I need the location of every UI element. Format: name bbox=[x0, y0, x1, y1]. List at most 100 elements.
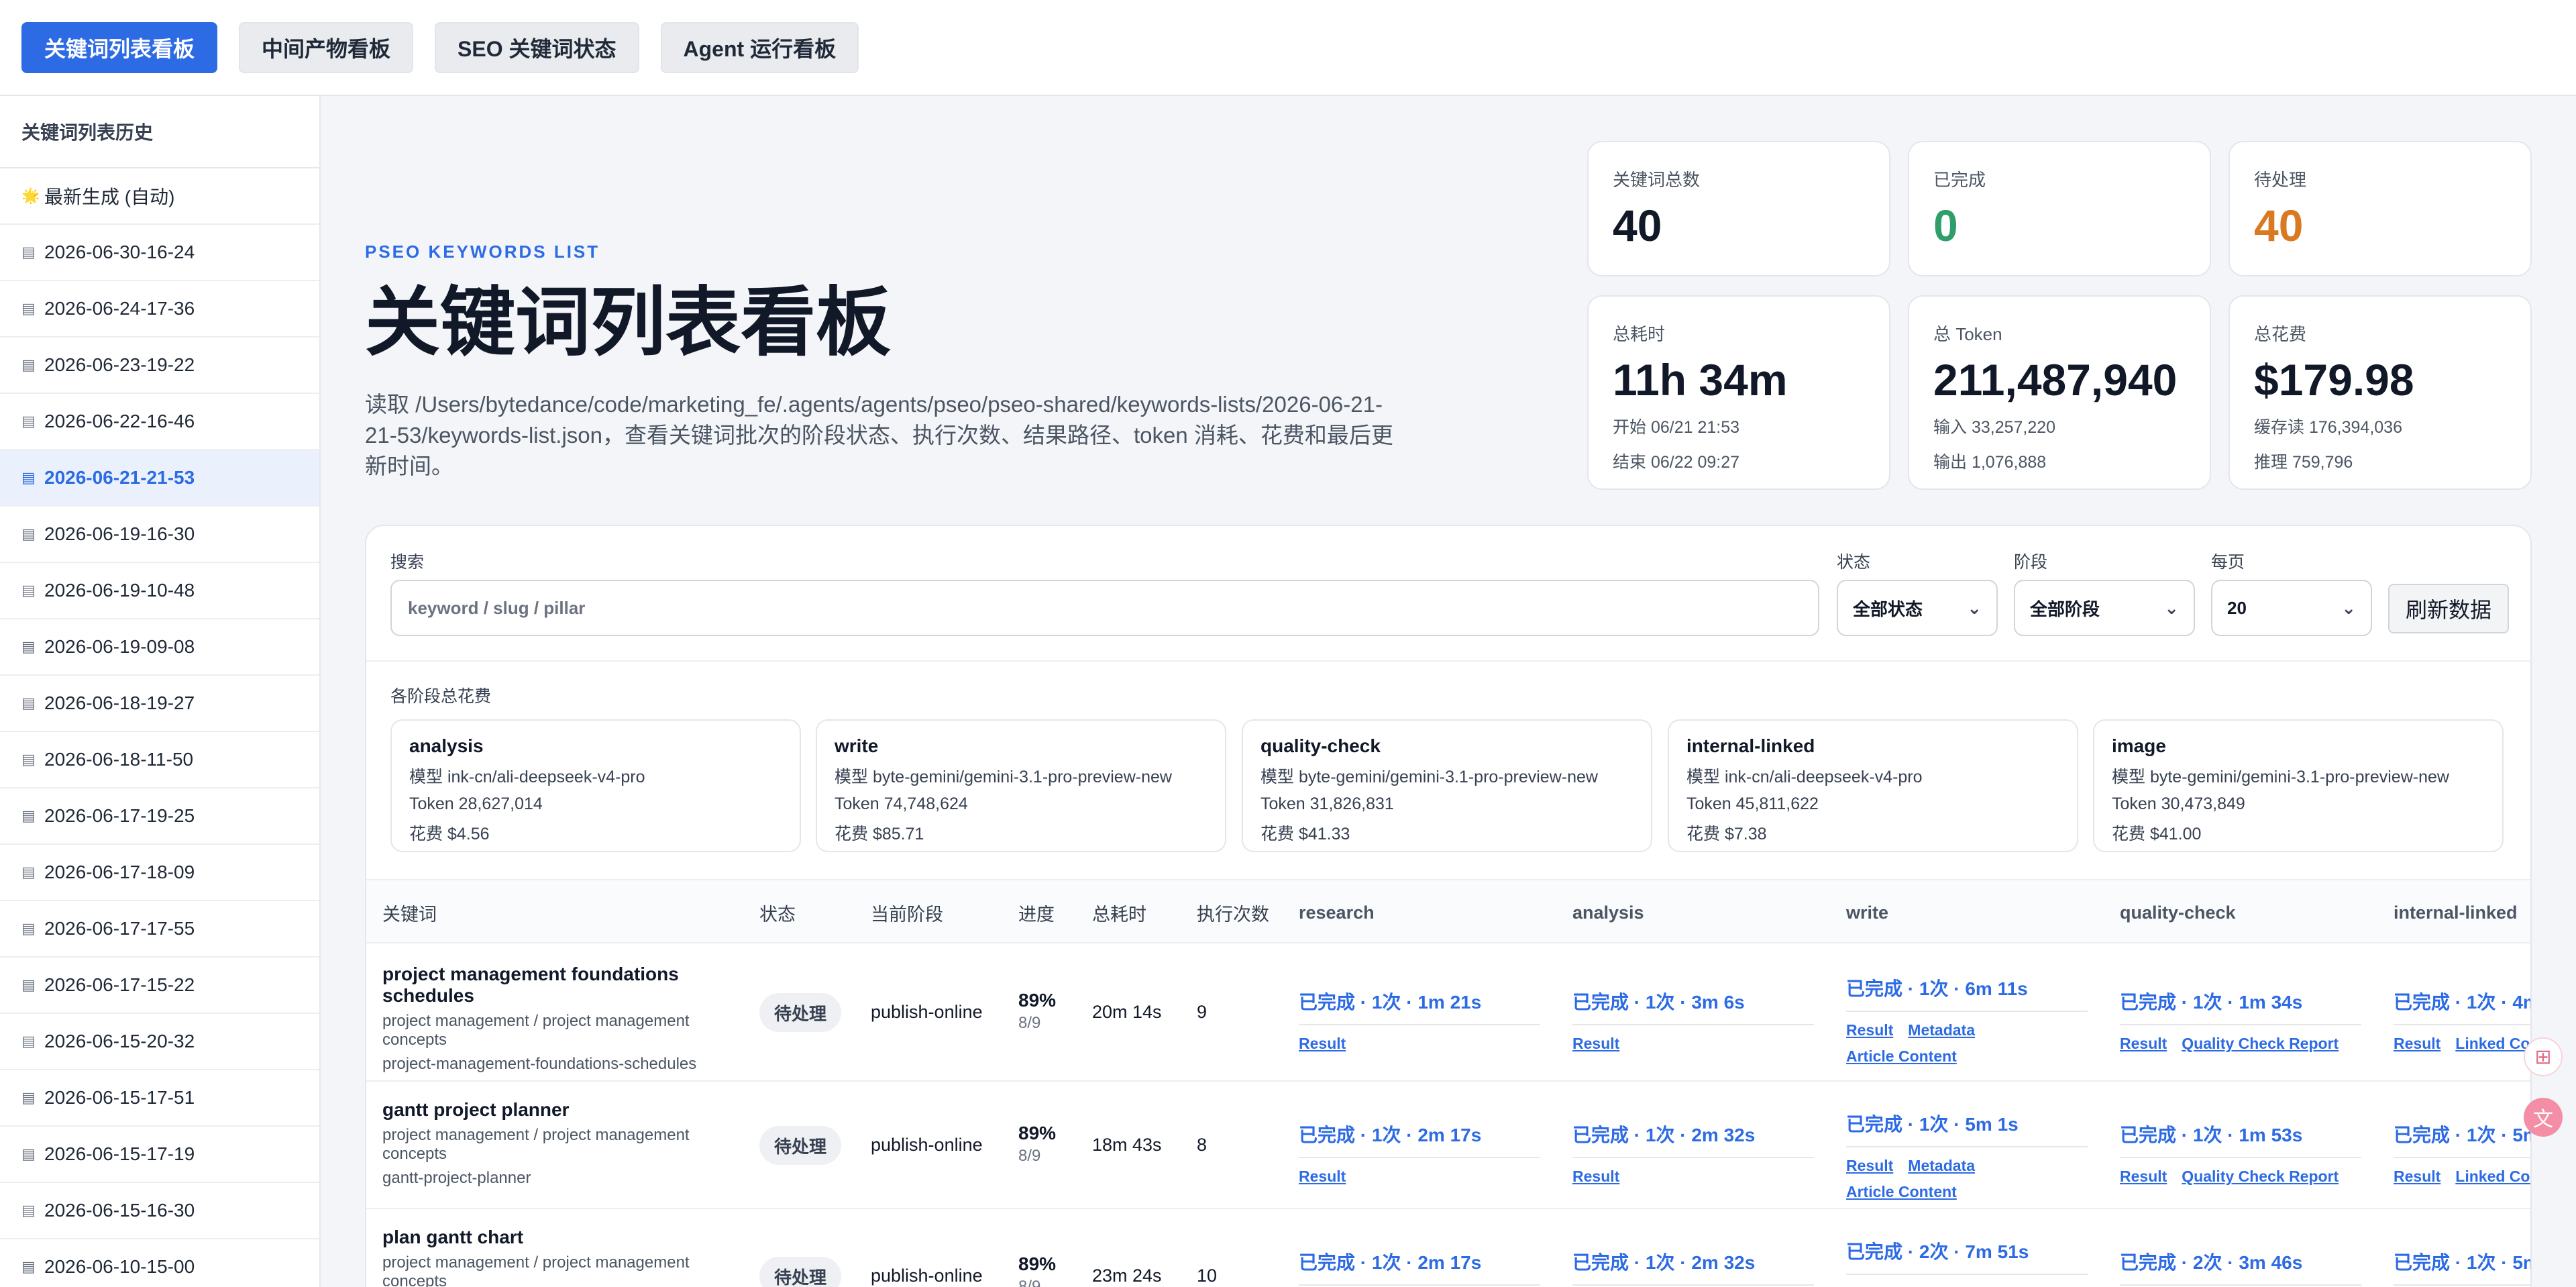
stat-label: 关键词总数 bbox=[1613, 170, 1701, 190]
sidebar-item[interactable]: ▤ 2026-06-23-19-22 bbox=[0, 338, 319, 394]
stage-divider bbox=[2394, 1024, 2530, 1025]
col-status[interactable]: 状态 bbox=[759, 880, 796, 945]
col-runs[interactable]: 执行次数 bbox=[1197, 880, 1269, 945]
result-link[interactable]: Result bbox=[2120, 1168, 2167, 1186]
sidebar-item[interactable]: ▤ 2026-06-18-11-50 bbox=[0, 732, 319, 788]
total-duration: 18m 43s bbox=[1092, 1135, 1162, 1155]
linked-content-link[interactable]: Linked Con bbox=[2455, 1168, 2530, 1186]
stat-done: 已完成 0 bbox=[1908, 141, 2211, 276]
file-icon: ▤ bbox=[21, 920, 36, 937]
result-link[interactable]: Result bbox=[1299, 1168, 1346, 1186]
stage-filter-label: 阶段 bbox=[2014, 553, 2048, 572]
stage-model: 模型 byte-gemini/gemini-3.1-pro-preview-ne… bbox=[835, 768, 1172, 786]
stage-cell-research: 已完成 · 1次 · 1m 21s Result bbox=[1299, 988, 1540, 1053]
chevron-down-icon: ⌄ bbox=[2341, 597, 2356, 618]
stage-status: 已完成 · 1次 · 1m 34s bbox=[2120, 992, 2303, 1013]
stage-token: Token 45,811,622 bbox=[1686, 794, 1819, 813]
result-link[interactable]: Result bbox=[1299, 1035, 1346, 1053]
keyword-name[interactable]: project management foundations schedules bbox=[382, 964, 731, 1007]
sidebar-item[interactable]: ▤ 2026-06-19-10-48 bbox=[0, 563, 319, 619]
sidebar-item[interactable]: ▤ 2026-06-10-15-00 bbox=[0, 1239, 319, 1287]
linked-content-link[interactable]: Linked Con bbox=[2455, 1035, 2530, 1053]
sidebar-item[interactable]: ▤ 2026-06-19-16-30 bbox=[0, 507, 319, 563]
stage-divider bbox=[1846, 1146, 2088, 1147]
status-badge: 待处理 bbox=[759, 1257, 842, 1287]
table-row[interactable]: project management foundations schedules… bbox=[366, 943, 2530, 1082]
sidebar-item[interactable]: ▤ 2026-06-15-16-30 bbox=[0, 1183, 319, 1239]
tab-agent-runs[interactable]: Agent 运行看板 bbox=[660, 21, 859, 73]
stage-select[interactable]: 全部阶段 ⌄ bbox=[2014, 580, 2195, 636]
translate-icon[interactable]: 文 bbox=[2524, 1098, 2563, 1137]
sidebar-item[interactable]: ▤ 2026-06-18-19-27 bbox=[0, 676, 319, 732]
col-internal-linked[interactable]: internal-linked bbox=[2394, 880, 2518, 945]
result-link[interactable]: Result bbox=[1572, 1035, 1619, 1053]
quality-report-link[interactable]: Quality Check Report bbox=[2182, 1035, 2339, 1053]
stage-status: 已完成 · 2次 · 3m 46s bbox=[2120, 1252, 2303, 1273]
col-analysis[interactable]: analysis bbox=[1572, 880, 1644, 945]
sidebar-item[interactable]: ▤ 2026-06-17-18-09 bbox=[0, 845, 319, 901]
sidebar-item[interactable]: ▤ 2026-06-15-20-32 bbox=[0, 1014, 319, 1070]
run-count: 9 bbox=[1197, 1002, 1208, 1022]
stat-label: 已完成 bbox=[1933, 170, 1986, 190]
keyword-pillar: project management / project management … bbox=[382, 1253, 690, 1287]
result-link[interactable]: Result bbox=[1572, 1168, 1619, 1186]
result-link[interactable]: Result bbox=[1846, 1021, 1893, 1039]
progress-percent: 89% bbox=[1018, 1123, 1057, 1143]
sidebar-item[interactable]: 🌟 最新生成 (自动) bbox=[0, 168, 319, 225]
search-input[interactable]: keyword / slug / pillar bbox=[390, 580, 1819, 636]
table-header: 关键词 状态 当前阶段 进度 总耗时 执行次数 research analysi… bbox=[366, 879, 2530, 943]
file-icon: ▤ bbox=[21, 1258, 36, 1275]
sidebar-item[interactable]: ▤ 2026-06-15-17-51 bbox=[0, 1070, 319, 1127]
col-stage[interactable]: 当前阶段 bbox=[871, 880, 943, 945]
metadata-link[interactable]: Metadata bbox=[1908, 1021, 1975, 1039]
quality-report-link[interactable]: Quality Check Report bbox=[2182, 1168, 2339, 1186]
table-row[interactable]: plan gantt chart project management / pro… bbox=[366, 1209, 2530, 1287]
col-keyword[interactable]: 关键词 bbox=[382, 880, 437, 945]
status-select[interactable]: 全部状态 ⌄ bbox=[1837, 580, 1998, 636]
tab-keyword-list[interactable]: 关键词列表看板 bbox=[21, 21, 218, 73]
stage-cost: 花费 $7.38 bbox=[1686, 825, 1767, 843]
keyword-name[interactable]: gantt project planner bbox=[382, 1099, 731, 1121]
result-link[interactable]: Result bbox=[1846, 1284, 1893, 1287]
col-duration[interactable]: 总耗时 bbox=[1092, 880, 1146, 945]
stage-cell-research: 已完成 · 1次 · 2m 17s Result bbox=[1299, 1121, 1540, 1186]
keyword-name[interactable]: plan gantt chart bbox=[382, 1227, 731, 1248]
per-page-select[interactable]: 20 ⌄ bbox=[2211, 580, 2372, 636]
result-link[interactable]: Result bbox=[2394, 1168, 2440, 1186]
stage-token: Token 28,627,014 bbox=[409, 794, 543, 813]
stage-costs-title: 各阶段总花费 bbox=[390, 687, 492, 706]
tab-seo-status[interactable]: SEO 关键词状态 bbox=[435, 21, 639, 73]
sidebar-item[interactable]: ▤ 2026-06-17-15-22 bbox=[0, 958, 319, 1014]
article-content-link[interactable]: Article Content bbox=[1846, 1047, 2088, 1066]
file-icon: ▤ bbox=[21, 300, 36, 317]
result-link[interactable]: Result bbox=[2394, 1035, 2440, 1053]
sidebar-item[interactable]: ▤ 2026-06-30-16-24 bbox=[0, 225, 319, 281]
metadata-link[interactable]: Metadata bbox=[1908, 1157, 1975, 1175]
stage-divider bbox=[1846, 1274, 2088, 1275]
article-content-link[interactable]: Article Content bbox=[1846, 1183, 2088, 1201]
sidebar-item[interactable]: ▤ 2026-06-15-17-19 bbox=[0, 1127, 319, 1183]
sidebar-item[interactable]: ▤ 2026-06-22-16-46 bbox=[0, 394, 319, 450]
stage-cell-quality: 已完成 · 1次 · 1m 34s Result Quality Check Rep… bbox=[2120, 988, 2361, 1053]
sidebar-item[interactable]: ▤ 2026-06-19-09-08 bbox=[0, 619, 319, 676]
col-quality-check[interactable]: quality-check bbox=[2120, 880, 2236, 945]
sidebar-item[interactable]: ▤ 2026-06-21-21-53 bbox=[0, 450, 319, 507]
status-select-value: 全部状态 bbox=[1853, 599, 1923, 619]
sidebar-item[interactable]: ▤ 2026-06-17-17-55 bbox=[0, 901, 319, 958]
result-link[interactable]: Result bbox=[1846, 1157, 1893, 1175]
result-link[interactable]: Result bbox=[2120, 1035, 2167, 1053]
stage-links: Result bbox=[1299, 1035, 1540, 1053]
table-row[interactable]: gantt project planner project management … bbox=[366, 1082, 2530, 1209]
col-progress[interactable]: 进度 bbox=[1018, 880, 1055, 945]
metadata-link[interactable]: Metadata bbox=[1908, 1284, 1975, 1287]
keywords-panel: 搜索 keyword / slug / pillar 状态 全部状态 ⌄ 阶段 … bbox=[365, 525, 2532, 1287]
top-nav: 关键词列表看板 中间产物看板 SEO 关键词状态 Agent 运行看板 bbox=[0, 0, 2576, 96]
current-stage: publish-online bbox=[871, 1266, 983, 1286]
grid-icon[interactable]: ⊞ bbox=[2524, 1037, 2563, 1076]
col-write[interactable]: write bbox=[1846, 880, 1888, 945]
refresh-button[interactable]: 刷新数据 bbox=[2388, 584, 2509, 633]
tab-artifacts[interactable]: 中间产物看板 bbox=[239, 21, 414, 73]
sidebar-item[interactable]: ▤ 2026-06-24-17-36 bbox=[0, 281, 319, 338]
sidebar-item[interactable]: ▤ 2026-06-17-19-25 bbox=[0, 788, 319, 845]
col-research[interactable]: research bbox=[1299, 880, 1375, 945]
